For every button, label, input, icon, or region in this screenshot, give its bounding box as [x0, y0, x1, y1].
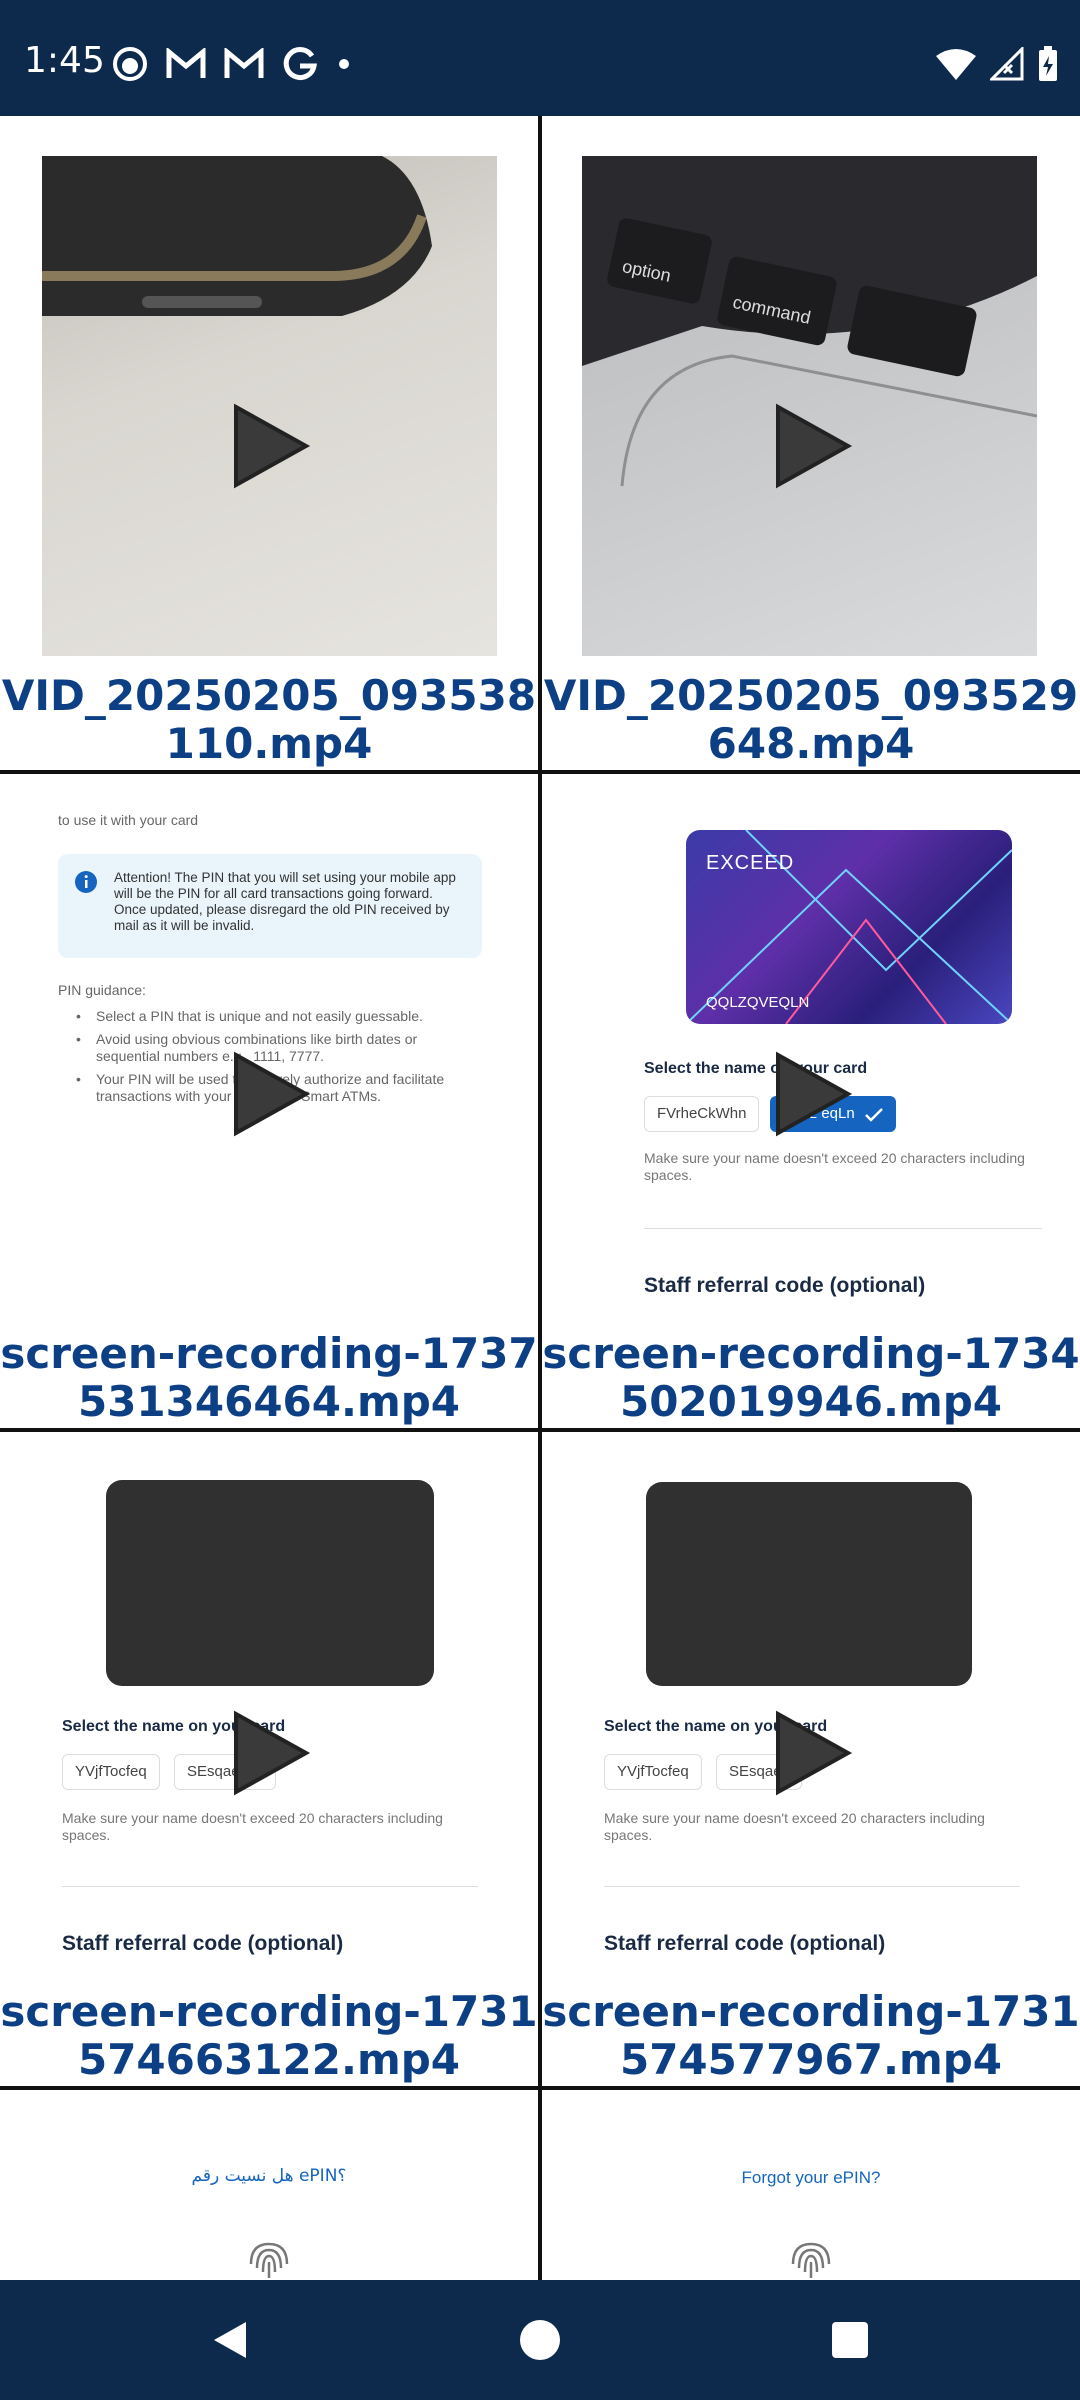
- media-item-video[interactable]: Select the name on your card YVjfTocfeq …: [542, 1432, 1080, 2086]
- play-icon[interactable]: [770, 1049, 854, 1139]
- play-icon[interactable]: [228, 1708, 312, 1798]
- staff-referral-label: Staff referral code (optional): [62, 1932, 344, 1955]
- play-icon[interactable]: [228, 401, 312, 491]
- fingerprint-icon: [249, 2242, 289, 2278]
- play-icon[interactable]: [228, 1049, 312, 1139]
- staff-referral-label: Staff referral code (optional): [604, 1932, 886, 1955]
- info-icon: [75, 871, 97, 893]
- navigation-bar: [0, 2280, 1080, 2400]
- forgot-epin-link: هل نسيت رقم ePIN؟: [191, 2166, 347, 2186]
- signal-icon: [990, 47, 1024, 81]
- fingerprint-icon: [791, 2242, 831, 2278]
- media-filename: screen-recording-1734502019946.mp4: [542, 1329, 1080, 1426]
- divider: [604, 1886, 1020, 1887]
- media-item-video[interactable]: to use it with your card Attention! The …: [0, 774, 538, 1428]
- status-bar: 1:45: [0, 0, 1080, 116]
- attention-box: Attention! The PIN that you will set usi…: [58, 854, 482, 958]
- staff-referral-label: Staff referral code (optional): [644, 1274, 926, 1297]
- dot-icon: [339, 59, 349, 69]
- gmail-icon: [166, 48, 206, 78]
- notification-icons: [112, 44, 352, 84]
- divider: [62, 1886, 478, 1887]
- battery-charging-icon: [1039, 46, 1057, 81]
- google-icon: [283, 47, 317, 81]
- play-icon[interactable]: [770, 1708, 854, 1798]
- back-icon[interactable]: [208, 2318, 252, 2362]
- forgot-epin-link: Forgot your ePIN?: [741, 2168, 881, 2187]
- card-placeholder: [646, 1482, 972, 1686]
- guidance-title: PIN guidance:: [58, 982, 146, 998]
- card-placeholder: [106, 1480, 434, 1686]
- thumb-top-text: to use it with your card: [58, 812, 199, 828]
- name-chip[interactable]: YVjfTocfeq: [62, 1754, 160, 1790]
- media-item-video[interactable]: EXCEED QQLZQVEQLN Select the name on you…: [542, 774, 1080, 1428]
- media-grid: VID_20250205_093538110.mp4 option comman…: [0, 116, 1080, 2280]
- check-icon: [864, 1108, 883, 1122]
- face-icon: [113, 47, 147, 81]
- card-brand: EXCEED: [706, 852, 795, 874]
- divider: [644, 1228, 1042, 1229]
- recents-icon[interactable]: [830, 2320, 870, 2360]
- name-hint: Make sure your name doesn't exceed 20 ch…: [62, 1810, 443, 1843]
- media-filename: screen-recording-1737531346464.mp4: [0, 1329, 538, 1426]
- attention-text: Attention! The PIN that you will set usi…: [114, 870, 456, 933]
- media-item-video[interactable]: Select the name on your card YVjfTocfeq …: [0, 1432, 538, 2086]
- media-item-video[interactable]: Forgot your ePIN?: [542, 2090, 1080, 2280]
- media-item-video[interactable]: VID_20250205_093538110.mp4: [0, 116, 538, 770]
- name-hint: Make sure your name doesn't exceed 20 ch…: [604, 1810, 985, 1843]
- wifi-icon: [936, 49, 976, 80]
- gmail-icon: [224, 48, 264, 78]
- card-image: EXCEED QQLZQVEQLN: [686, 830, 1012, 1024]
- card-holder-name: QQLZQVEQLN: [706, 994, 810, 1011]
- guidance-item: • Select a PIN that is unique and not eas…: [76, 1008, 423, 1024]
- home-icon[interactable]: [518, 2318, 562, 2362]
- media-filename: VID_20250205_093529648.mp4: [543, 671, 1079, 768]
- media-filename: VID_20250205_093538110.mp4: [1, 671, 537, 768]
- status-time: 1:45: [24, 40, 105, 81]
- system-icons: [936, 44, 1058, 84]
- media-item-video[interactable]: هل نسيت رقم ePIN؟: [0, 2090, 538, 2280]
- play-icon[interactable]: [770, 401, 854, 491]
- name-chip[interactable]: YVjfTocfeq: [604, 1754, 702, 1790]
- name-hint: Make sure your name doesn't exceed 20 ch…: [644, 1150, 1025, 1183]
- media-filename: screen-recording-1731574663122.mp4: [0, 1987, 538, 2084]
- media-item-video[interactable]: option command VID_20250205_093529648.mp…: [542, 116, 1080, 770]
- media-filename: screen-recording-1731574577967.mp4: [542, 1987, 1080, 2084]
- name-chip[interactable]: FVrheCkWhn: [644, 1096, 760, 1132]
